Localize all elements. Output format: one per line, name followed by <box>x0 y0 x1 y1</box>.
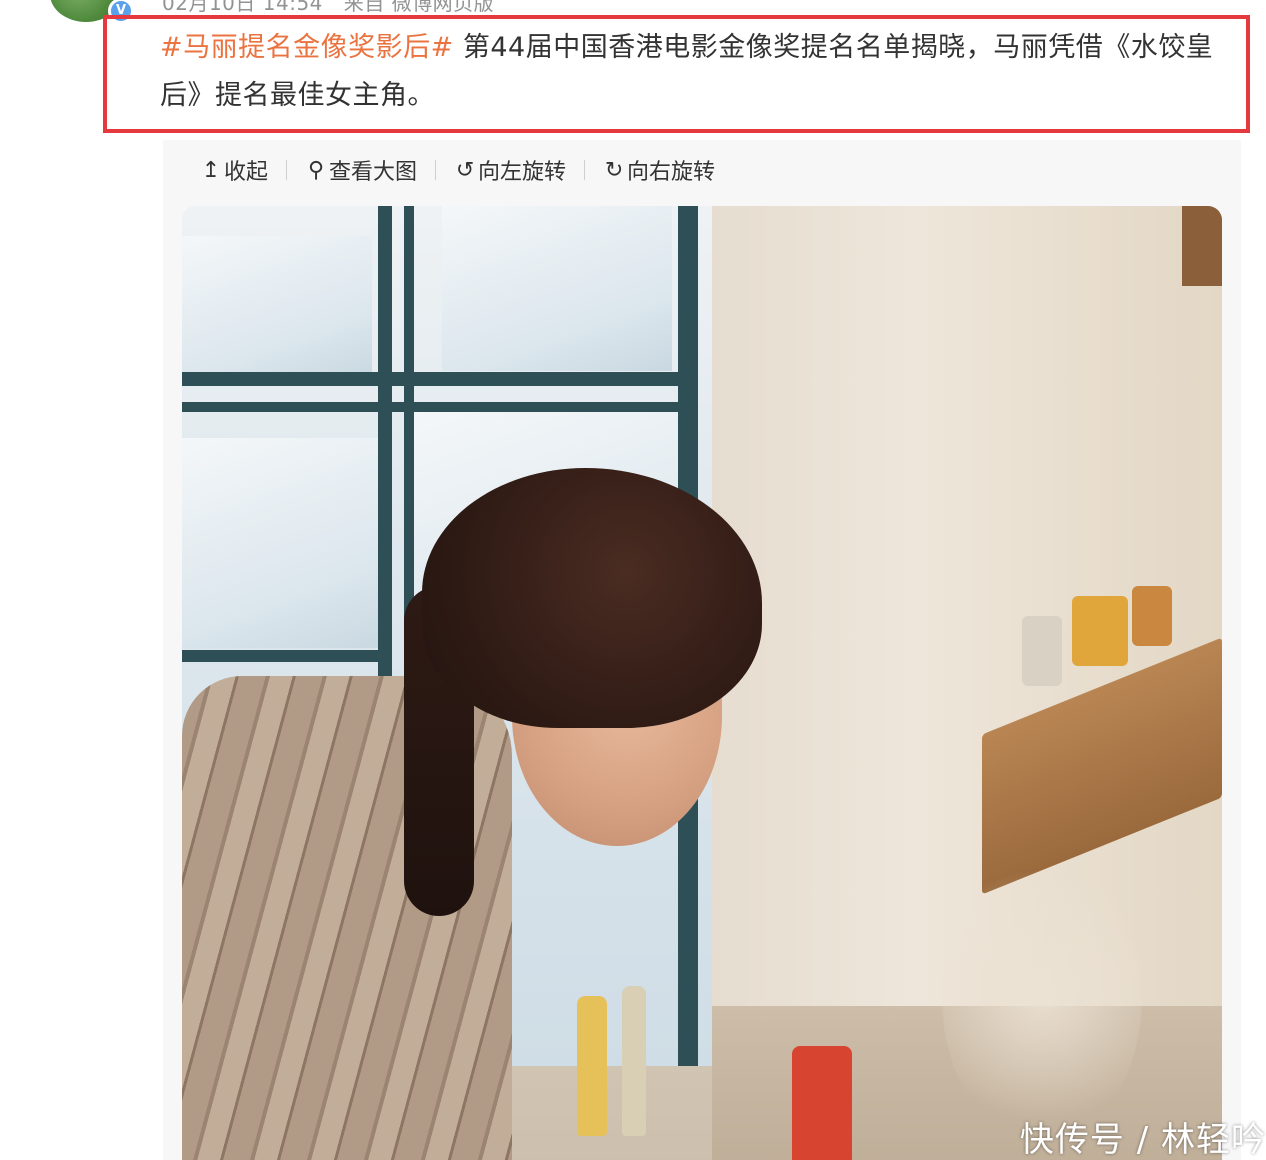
photo-window-frame <box>182 650 392 662</box>
photo-bottle <box>577 996 607 1136</box>
view-large-button[interactable]: ⚲ 查看大图 <box>305 154 417 186</box>
hashtag-link[interactable]: #马丽提名金像奖影后# <box>160 32 454 63</box>
photo-window-frame <box>182 402 698 412</box>
post-meta: 02月10日 14:54 来自 微博网页版 <box>162 0 508 16</box>
toolbar-divider <box>435 160 437 180</box>
rotate-right-label: 向右旋转 <box>627 160 716 185</box>
post-source: 来自 微博网页版 <box>343 0 495 15</box>
photo-bottle <box>792 1046 852 1160</box>
photo-jar <box>1132 586 1172 646</box>
weibo-post-page: V 02月10日 14:54 来自 微博网页版 #马丽提名金像奖影后# 第44届… <box>0 0 1266 1160</box>
image-toolbar: ↥ 收起 ⚲ 查看大图 ↺ 向左旋转 ↻ 向右旋转 <box>200 150 715 190</box>
photo-jar <box>1022 616 1062 686</box>
toolbar-divider <box>286 160 288 180</box>
photo-window-pane <box>182 236 372 376</box>
photo-jar <box>1072 596 1128 666</box>
rotate-right-button[interactable]: ↻ 向右旋转 <box>603 154 715 186</box>
photo-window-frame <box>182 372 698 386</box>
rotate-right-icon: ↻ <box>604 157 624 183</box>
rotate-left-label: 向左旋转 <box>478 160 567 185</box>
view-large-label: 查看大图 <box>329 160 418 185</box>
magnifier-icon: ⚲ <box>307 157 325 183</box>
post-text: #马丽提名金像奖影后# 第44届中国香港电影金像奖提名名单揭晓，马丽凭借《水饺皇… <box>160 24 1230 120</box>
toolbar-divider <box>584 160 586 180</box>
collapse-button[interactable]: ↥ 收起 <box>200 154 268 186</box>
collapse-icon: ↥ <box>201 157 221 183</box>
photo-shelf <box>1182 206 1222 286</box>
rotate-left-icon: ↺ <box>455 157 475 183</box>
rotate-left-button[interactable]: ↺ 向左旋转 <box>454 154 566 186</box>
photo-bottle <box>622 986 646 1136</box>
photo-window-pane <box>442 206 672 371</box>
photo-window-pane <box>182 438 382 648</box>
watermark: 快传号 / 林轻吟 <box>1019 1120 1266 1160</box>
collapse-label: 收起 <box>224 160 269 185</box>
photo-steam <box>942 846 1142 1146</box>
post-photo[interactable] <box>182 206 1222 1160</box>
post-timestamp[interactable]: 02月10日 14:54 <box>162 0 323 15</box>
